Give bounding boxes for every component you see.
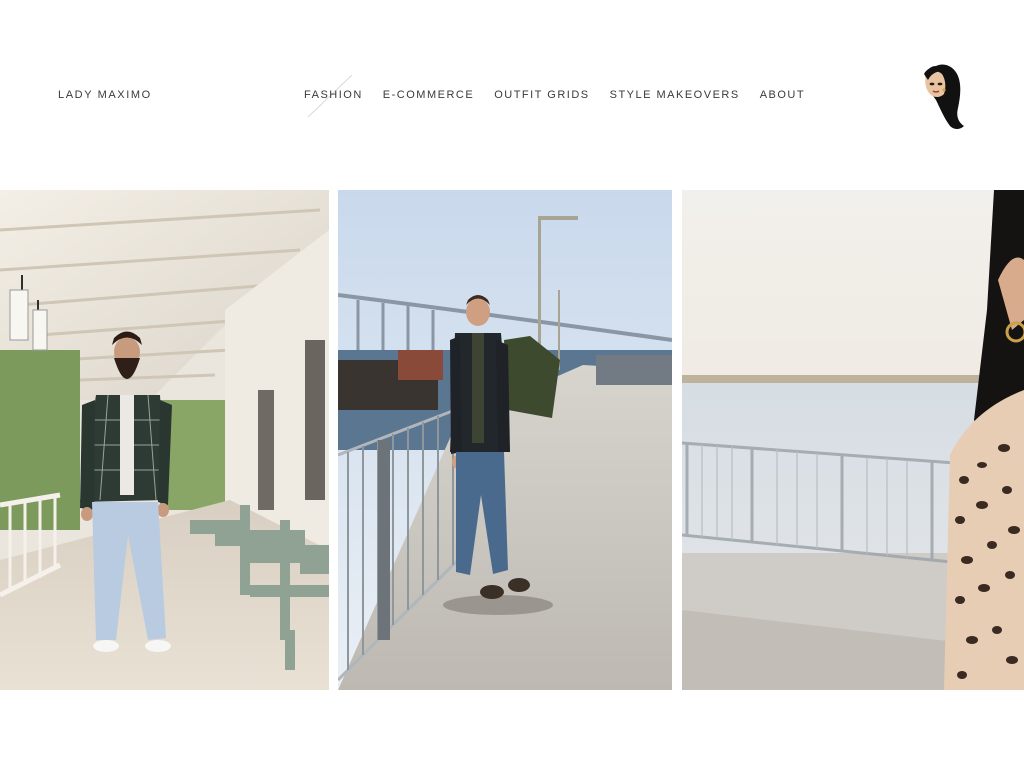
main-nav: FASHION E-COMMERCE OUTFIT GRIDS STYLE MA… bbox=[304, 89, 805, 101]
nav-item-outfit-grids[interactable]: OUTFIT GRIDS bbox=[494, 89, 589, 101]
bearded-man-porch-photo[interactable] bbox=[0, 190, 329, 690]
photo-gallery bbox=[0, 190, 1024, 690]
site-title[interactable]: LADY MAXIMO bbox=[58, 89, 152, 101]
woman-portrait-logo-icon[interactable] bbox=[920, 60, 966, 132]
nav-item-e-commerce[interactable]: E-COMMERCE bbox=[383, 89, 474, 101]
woman-leopard-jacket-photo[interactable] bbox=[682, 190, 1024, 690]
nav-item-about[interactable]: ABOUT bbox=[760, 89, 805, 101]
man-pier-backpack-photo[interactable] bbox=[338, 190, 672, 690]
nav-item-style-makeovers[interactable]: STYLE MAKEOVERS bbox=[610, 89, 740, 101]
nav-item-fashion[interactable]: FASHION bbox=[304, 89, 363, 101]
